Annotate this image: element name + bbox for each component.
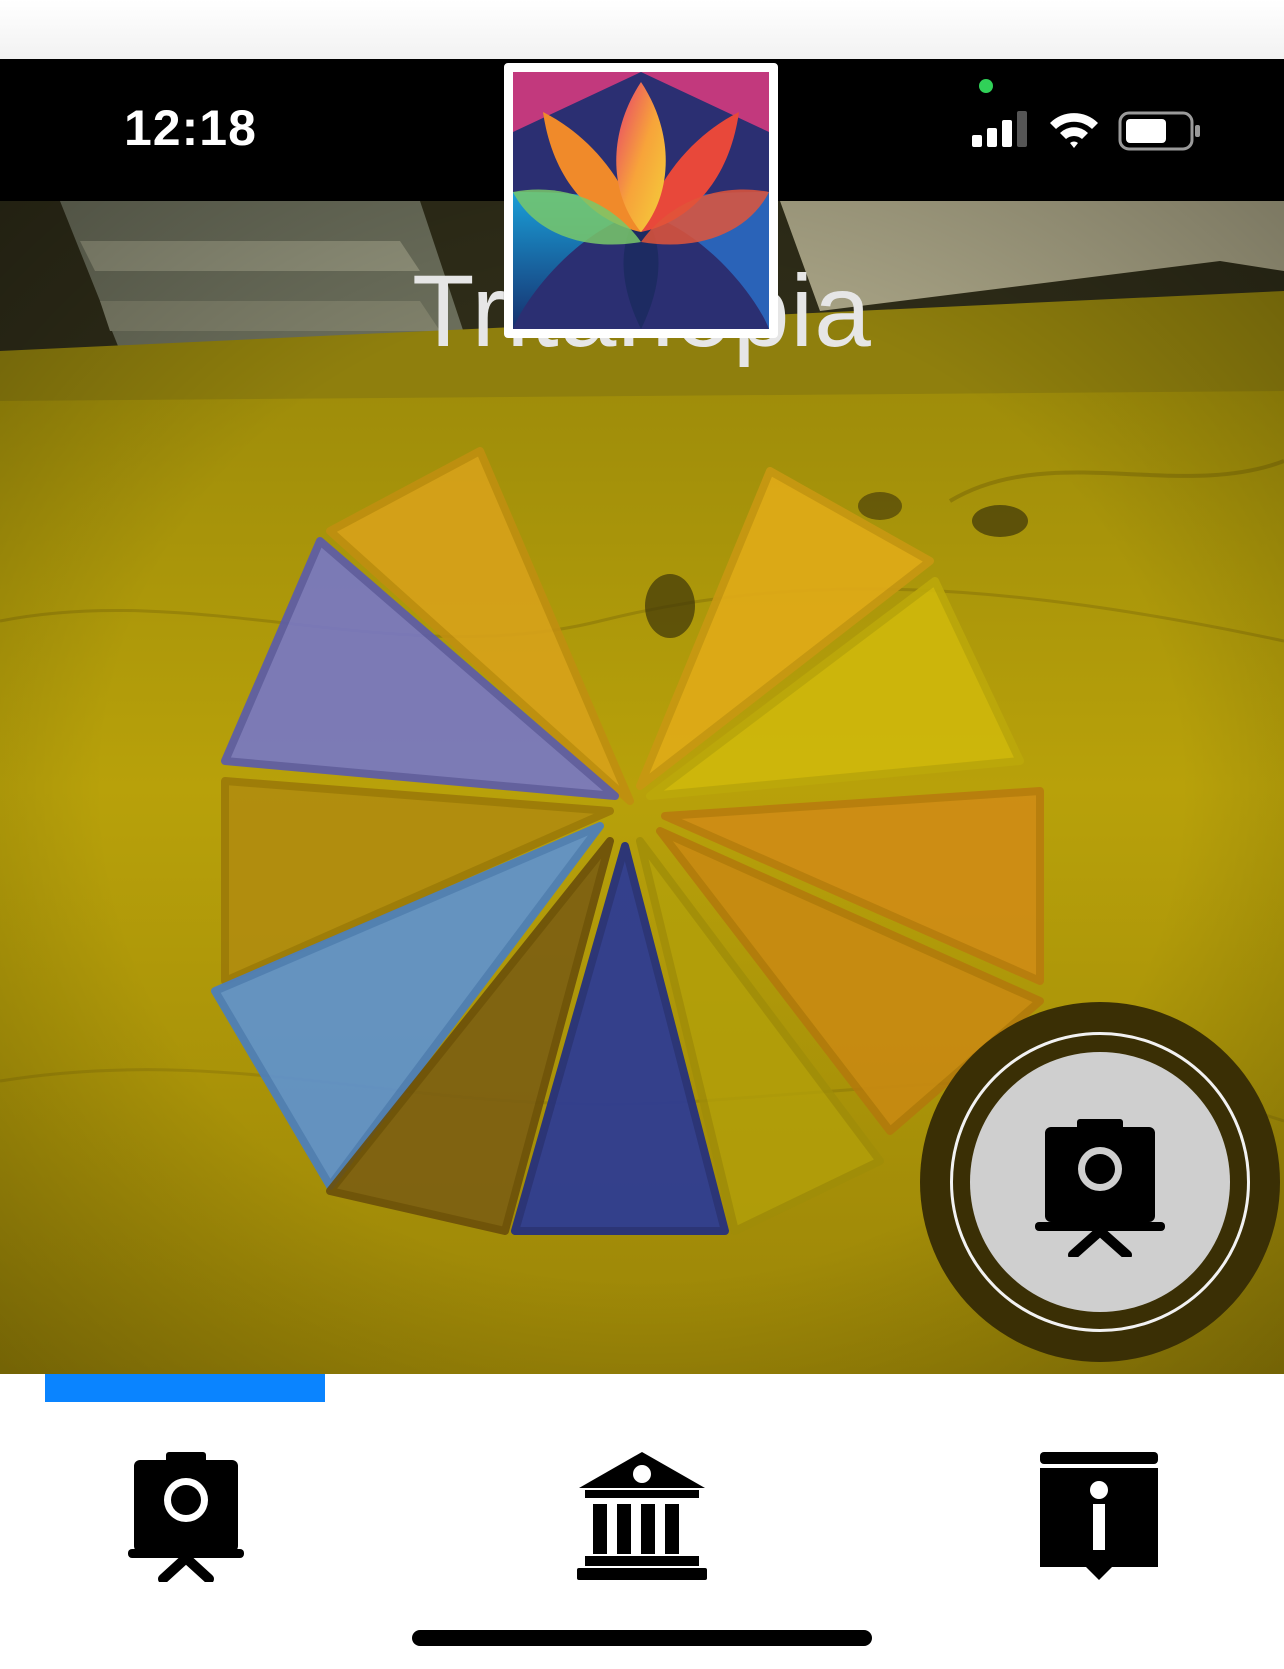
camera-on-tripod-icon: [128, 1452, 244, 1582]
tab-museum[interactable]: [577, 1452, 717, 1592]
top-edge: [0, 0, 1284, 59]
battery-icon: [1118, 111, 1200, 151]
selected-tab-indicator: [45, 1374, 325, 1402]
app-logo: [504, 63, 778, 338]
status-time: 12:18: [124, 100, 257, 156]
privacy-indicator-dot: [979, 79, 993, 93]
info-icon: [1040, 1452, 1158, 1580]
tab-bar: [0, 1402, 1284, 1669]
tab-camera[interactable]: [128, 1452, 268, 1592]
home-indicator[interactable]: [412, 1630, 872, 1646]
lotus-logo-image: [513, 72, 769, 329]
wifi-icon: [1050, 113, 1098, 148]
museum-icon: [577, 1452, 707, 1580]
capture-button-face: [970, 1052, 1230, 1312]
cellular-signal-icon: [972, 111, 1027, 147]
tab-info[interactable]: [1040, 1452, 1180, 1592]
capture-button[interactable]: [920, 1002, 1280, 1362]
camera-on-tripod-icon: [1035, 1119, 1165, 1257]
